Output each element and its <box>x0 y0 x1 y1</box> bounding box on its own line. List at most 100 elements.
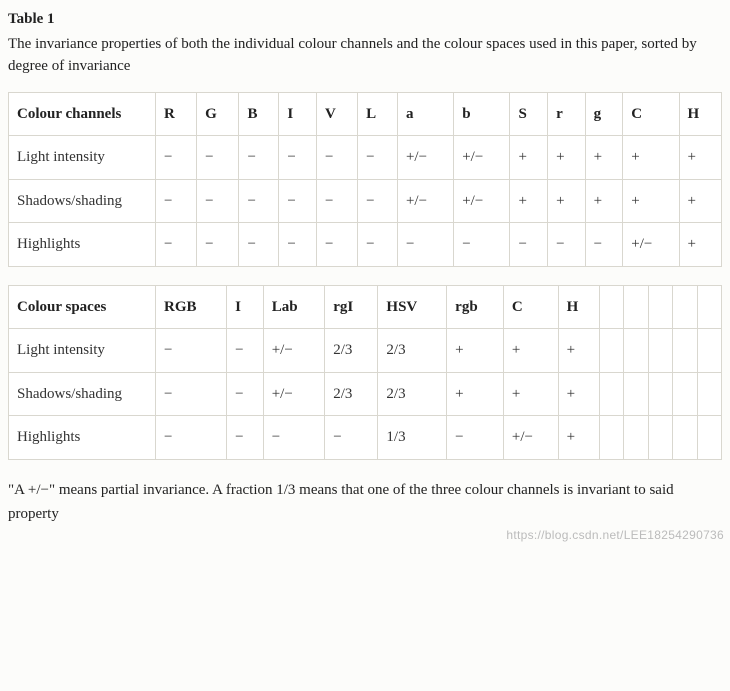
cell: + <box>558 329 599 373</box>
cell <box>624 329 648 373</box>
cell <box>673 372 697 416</box>
cell <box>697 416 722 460</box>
cell: − <box>263 416 325 460</box>
cell: + <box>585 179 623 223</box>
table-row: Highlights − − − − − − − − − − − +/− + <box>9 223 722 267</box>
row-label: Highlights <box>9 416 156 460</box>
cell: + <box>447 329 504 373</box>
cell: + <box>510 136 548 180</box>
col-header: B <box>239 92 279 136</box>
cell: − <box>316 179 357 223</box>
cell: + <box>548 136 586 180</box>
cell <box>599 416 623 460</box>
table-row: Light intensity − − +/− 2/3 2/3 + + + <box>9 329 722 373</box>
cell: − <box>447 416 504 460</box>
cell <box>697 329 722 373</box>
cell: +/− <box>397 179 453 223</box>
cell: − <box>197 179 239 223</box>
cell: 1/3 <box>378 416 447 460</box>
cell: − <box>227 329 264 373</box>
col-header: g <box>585 92 623 136</box>
col-header <box>697 285 722 329</box>
table-row: Shadows/shading − − +/− 2/3 2/3 + + + <box>9 372 722 416</box>
cell: + <box>558 372 599 416</box>
cell: + <box>447 372 504 416</box>
col-header: rgb <box>447 285 504 329</box>
cell <box>648 372 672 416</box>
cell: − <box>156 329 227 373</box>
table-caption: The invariance properties of both the in… <box>8 33 718 78</box>
cell: − <box>585 223 623 267</box>
table-row: Highlights − − − − 1/3 − +/− + <box>9 416 722 460</box>
col-header: RGB <box>156 285 227 329</box>
cell: − <box>316 223 357 267</box>
col-header: I <box>227 285 264 329</box>
cell: − <box>358 223 398 267</box>
row-label: Shadows/shading <box>9 372 156 416</box>
col-header: H <box>558 285 599 329</box>
cell: + <box>585 136 623 180</box>
cell: − <box>510 223 548 267</box>
cell <box>624 372 648 416</box>
col-header: H <box>679 92 721 136</box>
cell <box>599 329 623 373</box>
row-label: Light intensity <box>9 329 156 373</box>
col-header: I <box>279 92 317 136</box>
colour-spaces-table: Colour spaces RGB I Lab rgI HSV rgb C H … <box>8 285 722 460</box>
cell: + <box>503 329 558 373</box>
col-header: L <box>358 92 398 136</box>
row-label: Light intensity <box>9 136 156 180</box>
col-header: Lab <box>263 285 325 329</box>
cell: + <box>679 136 721 180</box>
cell: − <box>156 136 197 180</box>
cell: + <box>548 179 586 223</box>
cell: − <box>548 223 586 267</box>
col-header: b <box>454 92 510 136</box>
col-header: S <box>510 92 548 136</box>
col-header: HSV <box>378 285 447 329</box>
col-header: V <box>316 92 357 136</box>
cell <box>648 416 672 460</box>
cell: +/− <box>623 223 679 267</box>
cell: − <box>239 223 279 267</box>
cell: − <box>454 223 510 267</box>
col-header <box>599 285 623 329</box>
cell: − <box>239 179 279 223</box>
col-header <box>673 285 697 329</box>
col-header: r <box>548 92 586 136</box>
col-header: R <box>156 92 197 136</box>
cell: − <box>156 223 197 267</box>
cell: − <box>239 136 279 180</box>
col-header: Colour channels <box>9 92 156 136</box>
cell: − <box>156 372 227 416</box>
cell: + <box>623 179 679 223</box>
col-header: a <box>397 92 453 136</box>
col-header <box>648 285 672 329</box>
cell: +/− <box>454 136 510 180</box>
table-footnote: "A +/−" means partial invariance. A frac… <box>8 478 718 526</box>
cell: 2/3 <box>378 372 447 416</box>
cell: + <box>510 179 548 223</box>
cell: − <box>227 372 264 416</box>
cell: +/− <box>263 372 325 416</box>
cell: +/− <box>454 179 510 223</box>
cell: + <box>679 223 721 267</box>
col-header: C <box>503 285 558 329</box>
cell: − <box>358 136 398 180</box>
cell: − <box>279 136 317 180</box>
cell: − <box>279 223 317 267</box>
table-header-row: Colour channels R G B I V L a b S r g C … <box>9 92 722 136</box>
cell: 2/3 <box>378 329 447 373</box>
col-header: rgI <box>325 285 378 329</box>
cell: +/− <box>263 329 325 373</box>
cell: +/− <box>397 136 453 180</box>
cell: − <box>156 179 197 223</box>
cell: − <box>397 223 453 267</box>
table-header-row: Colour spaces RGB I Lab rgI HSV rgb C H <box>9 285 722 329</box>
row-label: Shadows/shading <box>9 179 156 223</box>
cell: + <box>558 416 599 460</box>
cell: 2/3 <box>325 329 378 373</box>
cell: + <box>679 179 721 223</box>
cell <box>697 372 722 416</box>
watermark-text: https://blog.csdn.net/LEE18254290736 <box>506 526 724 544</box>
